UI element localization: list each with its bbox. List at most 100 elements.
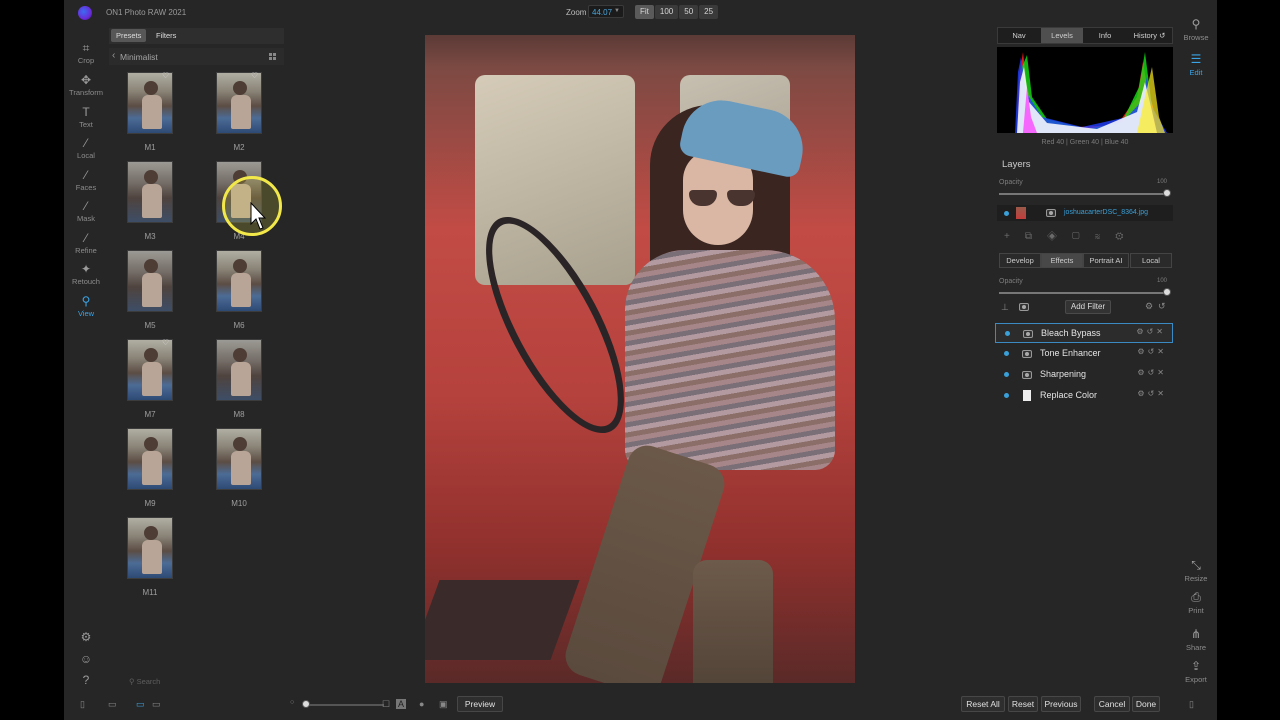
tab-info[interactable]: Info (1084, 28, 1126, 43)
auto-icon[interactable]: A (396, 699, 407, 709)
stack-icon[interactable]: ⊥ (1001, 302, 1009, 313)
zoom-100-button[interactable]: 100 (654, 5, 679, 19)
add-layer-icon[interactable]: + (1004, 231, 1025, 242)
favorite-heart-icon[interactable]: ♡ (162, 338, 169, 347)
compare-icon[interactable]: ▭ (108, 699, 117, 710)
preset-search[interactable]: ⚲ Search (129, 677, 160, 686)
circle-mask-icon[interactable]: ● (419, 699, 424, 709)
layer-visibility-icon[interactable] (1004, 211, 1009, 216)
chevron-left-icon[interactable]: ‹ (112, 50, 115, 61)
stack-layers-icon[interactable]: ≋ (1095, 231, 1116, 242)
cancel-button[interactable]: Cancel (1094, 696, 1130, 712)
zoom-fit-button[interactable]: Fit (635, 5, 654, 19)
tab-history[interactable]: History ↺ (1127, 28, 1172, 43)
filter-visibility-icon[interactable] (1004, 372, 1009, 377)
zoom-50-button[interactable]: 50 (679, 5, 699, 19)
filter-row-sharpening[interactable]: Sharpening ⚙↺✕ (995, 365, 1173, 385)
filter-row-bleach-bypass[interactable]: Bleach Bypass ⚙↺✕ (995, 323, 1173, 343)
overlay-icon[interactable]: ▣ (439, 699, 448, 710)
tool-view[interactable]: ⚲ View (64, 294, 108, 318)
preset-thumbnail-m1[interactable] (127, 72, 173, 134)
filter-row-tone-enhancer[interactable]: Tone Enhancer ⚙↺✕ (995, 344, 1173, 364)
tab-levels[interactable]: Levels (1041, 28, 1083, 43)
layer-settings-icon[interactable]: ⚙ (1115, 231, 1138, 242)
help-icon[interactable]: ? (64, 673, 108, 688)
module-print[interactable]: ⎙ Print (1176, 590, 1216, 615)
tool-mask[interactable]: ⁄ Mask (64, 199, 108, 223)
preset-thumbnail-m3[interactable] (127, 161, 173, 223)
preset-category-breadcrumb[interactable]: ‹ Minimalist (109, 48, 284, 65)
brush-size-knob[interactable] (302, 700, 310, 708)
tab-filters[interactable]: Filters (151, 29, 181, 42)
module-export[interactable]: ⇪ Export (1176, 659, 1216, 684)
brush-small-icon[interactable]: ○ (290, 699, 294, 706)
main-photo[interactable] (425, 35, 855, 683)
global-mask-icon[interactable] (1019, 303, 1029, 311)
duplicate-layer-icon[interactable]: ⧉ (1025, 231, 1047, 242)
add-filter-button[interactable]: Add Filter (1065, 300, 1111, 314)
panel-toggle-icon[interactable]: ▯ (80, 699, 85, 710)
fill-layer-icon[interactable]: ◈ (1047, 231, 1072, 242)
module-browse[interactable]: ⚲ Browse (1176, 17, 1216, 42)
reset-all-button[interactable]: Reset All (961, 696, 1005, 712)
layer-name[interactable]: joshuacarterDSC_8364.jpg (1064, 209, 1148, 216)
layer-opacity-slider[interactable] (999, 193, 1167, 195)
preset-thumbnail-m2[interactable] (216, 72, 262, 134)
settings-gear-icon[interactable]: ⚙ (1145, 301, 1153, 312)
tab-local[interactable]: Local (1130, 253, 1172, 268)
filter-controls[interactable]: ⚙↺✕ (1136, 327, 1166, 336)
favorite-heart-icon[interactable]: ♡ (251, 71, 258, 80)
filter-controls[interactable]: ⚙↺✕ (1137, 389, 1167, 398)
account-icon[interactable]: ☺ (64, 652, 108, 667)
filter-visibility-icon[interactable] (1005, 331, 1010, 336)
filter-visibility-icon[interactable] (1004, 351, 1009, 356)
module-edit[interactable]: ☰ Edit (1176, 52, 1216, 77)
tab-effects[interactable]: Effects (1041, 253, 1083, 268)
split-view-icon[interactable]: ▭ (152, 699, 161, 710)
layer-row[interactable]: joshuacarterDSC_8364.jpg (997, 205, 1173, 221)
grid-view-icon[interactable] (269, 53, 276, 60)
right-panel-toggle-icon[interactable]: ▯ (1189, 699, 1194, 710)
preset-thumbnail-m7[interactable] (127, 339, 173, 401)
preset-thumbnail-m5[interactable] (127, 250, 173, 312)
zoom-25-button[interactable]: 25 (699, 5, 719, 19)
filter-mask-icon[interactable] (1022, 371, 1032, 379)
layer-opacity-knob[interactable] (1163, 189, 1171, 197)
tool-text[interactable]: T Text (64, 105, 108, 129)
filter-controls[interactable]: ⚙↺✕ (1137, 347, 1167, 356)
checkbox-icon[interactable]: ☐ (382, 699, 390, 710)
layer-mask-icon[interactable] (1046, 209, 1056, 217)
module-resize[interactable]: ⤡ Resize (1176, 558, 1216, 583)
done-button[interactable]: Done (1132, 696, 1160, 712)
user-settings-icon[interactable]: ⚙ (64, 630, 108, 645)
tool-transform[interactable]: ✥ Transform (64, 73, 108, 97)
tool-faces[interactable]: ⁄ Faces (64, 168, 108, 192)
tool-refine[interactable]: ⁄ Refine (64, 231, 108, 255)
single-view-icon[interactable]: ▭ (136, 699, 145, 710)
tab-develop[interactable]: Develop (999, 253, 1041, 268)
preset-thumbnail-m8[interactable] (216, 339, 262, 401)
preset-thumbnail-m11[interactable] (127, 517, 173, 579)
brush-size-slider[interactable] (304, 704, 384, 706)
preset-thumbnail-m9[interactable] (127, 428, 173, 490)
tab-presets[interactable]: Presets (111, 29, 147, 42)
preset-thumbnail-m10[interactable] (216, 428, 262, 490)
effects-opacity-knob[interactable] (1163, 288, 1171, 296)
favorite-heart-icon[interactable]: ♡ (162, 71, 169, 80)
tool-retouch[interactable]: ✦ Retouch (64, 262, 108, 286)
previous-button[interactable]: Previous (1041, 696, 1081, 712)
filter-mask-icon[interactable] (1023, 330, 1033, 338)
filter-row-replace-color[interactable]: Replace Color ⚙↺✕ (995, 386, 1173, 406)
filter-mask-white-icon[interactable] (1023, 390, 1031, 401)
zoom-value-select[interactable]: 44.07 ▼ (588, 5, 624, 18)
preset-thumbnail-m6[interactable] (216, 250, 262, 312)
module-share[interactable]: ⋔ Share (1176, 627, 1216, 652)
reset-icon[interactable]: ↺ (1158, 301, 1166, 312)
effects-opacity-slider[interactable] (999, 292, 1167, 294)
tool-local[interactable]: ⁄ Local (64, 136, 108, 160)
filter-mask-icon[interactable] (1022, 350, 1032, 358)
preview-button[interactable]: Preview (457, 696, 503, 712)
tool-crop[interactable]: ⌗ Crop (64, 41, 108, 65)
merge-layer-icon[interactable]: ▢ (1072, 231, 1095, 242)
reset-button[interactable]: Reset (1008, 696, 1038, 712)
